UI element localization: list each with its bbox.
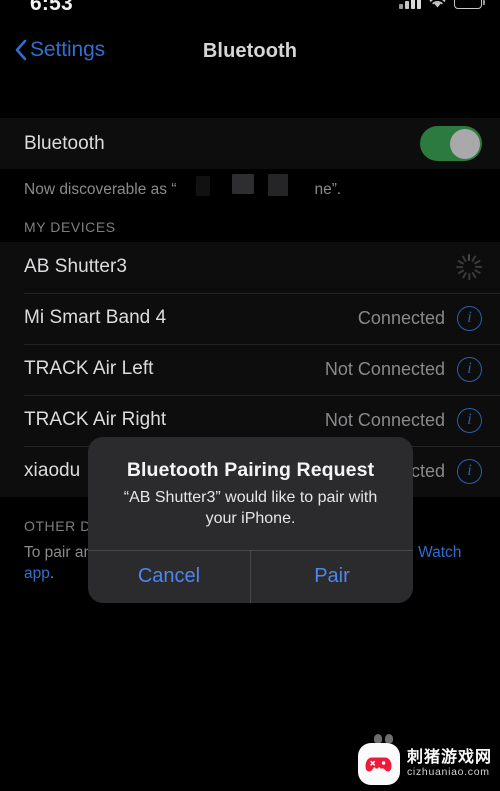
discoverable-footer: Now discoverable as “ ne”. (0, 169, 500, 201)
toggle-knob (449, 128, 480, 159)
status-bar-indicators (399, 0, 485, 9)
site-watermark: 刺猪游戏网 cizhuaniao.com (357, 734, 492, 785)
status-bar: 6:53 (0, 0, 500, 24)
alert-body: Bluetooth Pairing Request “AB Shutter3” … (88, 437, 413, 550)
redaction-block-2 (232, 174, 254, 194)
device-status: Not Connected (324, 409, 445, 430)
bluetooth-toggle-switch[interactable] (420, 126, 482, 161)
page-title: Bluetooth (202, 40, 298, 62)
wifi-icon (429, 0, 446, 8)
watermark-ears-icon (373, 734, 393, 743)
device-row-mi-smart-band-4[interactable]: Mi Smart Band 4 Connected i (0, 292, 500, 344)
device-name: TRACK Air Left (24, 358, 154, 380)
bluetooth-toggle-label: Bluetooth (24, 132, 105, 154)
discoverable-prefix: Now discoverable as “ (24, 181, 177, 198)
redaction-block-1 (196, 176, 210, 196)
pair-button[interactable]: Pair (250, 550, 413, 603)
cancel-button[interactable]: Cancel (88, 551, 250, 603)
alert-actions: Cancel Pair (88, 549, 413, 603)
device-row-track-air-left[interactable]: TRACK Air Left Not Connected i (0, 343, 500, 395)
navigation-bar: Settings Bluetooth (0, 24, 500, 82)
bluetooth-toggle-row[interactable]: Bluetooth (0, 118, 500, 169)
gamepad-icon (365, 757, 392, 771)
device-status: Connected (357, 307, 445, 328)
signal-bars-icon (399, 0, 421, 9)
device-name: AB Shutter3 (24, 256, 127, 278)
bluetooth-pairing-alert: Bluetooth Pairing Request “AB Shutter3” … (88, 437, 413, 603)
device-name: TRACK Air Right (24, 409, 167, 431)
watermark-logo (357, 734, 400, 785)
alert-title: Bluetooth Pairing Request (126, 459, 375, 481)
status-bar-time: 6:53 (30, 0, 73, 15)
device-info-icon[interactable]: i (457, 305, 482, 331)
my-devices-header: MY DEVICES (0, 200, 500, 242)
watermark-text: 刺猪游戏网 cizhuaniao.com (406, 749, 492, 778)
device-info-icon[interactable]: i (457, 458, 482, 484)
device-name: Mi Smart Band 4 (24, 307, 167, 329)
discoverable-suffix: ne”. (314, 181, 342, 198)
redaction-block-3 (268, 174, 288, 196)
device-status: Not Connected (324, 358, 445, 379)
bluetooth-toggle-group: Bluetooth (0, 118, 500, 169)
alert-message: “AB Shutter3” would like to pair with yo… (123, 489, 378, 527)
pairing-spinner-icon (456, 254, 483, 281)
device-info-icon[interactable]: i (457, 356, 482, 382)
watermark-site-url: cizhuaniao.com (406, 765, 490, 778)
top-spacer (0, 82, 500, 118)
device-row-ab-shutter3[interactable]: AB Shutter3 (0, 242, 500, 293)
apple-watch-footer-end: . (49, 564, 55, 582)
battery-icon (454, 0, 485, 9)
watermark-site-name: 刺猪游戏网 (406, 749, 492, 767)
device-info-icon[interactable]: i (457, 407, 482, 433)
